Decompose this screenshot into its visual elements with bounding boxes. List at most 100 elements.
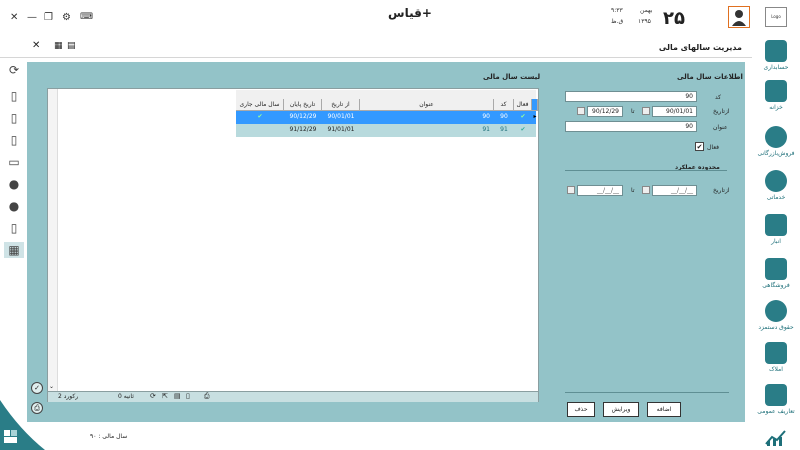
- cell-code: 91: [500, 126, 508, 133]
- row-indicator-header: [532, 99, 538, 111]
- nav-item-definitions[interactable]: تعاریف عمومی: [752, 384, 800, 415]
- nav-item-warehouse[interactable]: انبار: [752, 214, 800, 245]
- nav-item-reports[interactable]: [752, 428, 800, 446]
- nav-item-property[interactable]: املاک: [752, 342, 800, 373]
- percent-document-icon[interactable]: ▯: [6, 220, 22, 236]
- ampm-label: ق.ظ: [611, 18, 624, 25]
- app-title: قیاس+: [388, 6, 432, 20]
- module-sidebar: حسابداری خزانه فروش‌بازرگانی خدماتی انبا…: [752, 36, 800, 450]
- range-to-calendar-icon[interactable]: [567, 186, 575, 194]
- main-panel: لیست سال مالی اطلاعات سال مالی ⌄ فعال کد…: [27, 62, 745, 422]
- house-icon: [765, 342, 787, 364]
- print-icon[interactable]: ⎙: [204, 392, 210, 401]
- calendar-grid-icon[interactable]: ▦: [4, 242, 24, 258]
- name-label: عنوان: [713, 124, 728, 131]
- delete-button[interactable]: حذف: [567, 402, 595, 417]
- app-window: ✕ — ❐ ⚙ ⌨ قیاس+ ۹:۳۳ ق.ظ بهمن ۱۳۹۵ ۲۵ Lo…: [0, 0, 800, 450]
- restore-icon[interactable]: ❐: [44, 12, 53, 23]
- column-header-active[interactable]: فعال: [514, 99, 532, 111]
- minimize-icon[interactable]: —: [27, 12, 37, 23]
- cell-current: ✔: [257, 113, 263, 120]
- cell-active: ✔: [520, 113, 526, 120]
- scroll-down-icon[interactable]: ⌄: [49, 383, 54, 390]
- excel-icon[interactable]: ▤: [174, 392, 181, 400]
- fiscal-year-status: سال مالی : ۹۰: [90, 433, 128, 440]
- add-button[interactable]: اضافه: [647, 402, 681, 417]
- nav-item-payroll[interactable]: حقوق دستمزد: [752, 300, 800, 331]
- left-toolbar: ⟳ ▯ ▯ ▯ ▭ ● ● ▯ ▦: [0, 58, 27, 450]
- elapsed-time: 0 ثانیه: [118, 393, 134, 400]
- column-header-from[interactable]: از تاریخ: [322, 99, 360, 111]
- range-to-field[interactable]: __/__/__: [577, 185, 623, 196]
- nav-item-services[interactable]: خدماتی: [752, 170, 800, 201]
- refresh-icon[interactable]: ⟳: [6, 62, 22, 78]
- time-label: ۹:۳۳: [611, 7, 623, 14]
- column-header-current[interactable]: سال مالی جاری: [236, 99, 284, 111]
- cell-from: 90/01/01: [327, 113, 355, 120]
- store-icon: [765, 258, 787, 280]
- document-edit-icon[interactable]: ▯: [6, 110, 22, 126]
- column-header-title[interactable]: عنوان: [360, 99, 494, 111]
- nav-item-treasury[interactable]: خزانه: [752, 80, 800, 111]
- users-icon[interactable]: ●: [6, 176, 22, 192]
- nav-item-sales[interactable]: فروش‌بازرگانی: [752, 126, 800, 157]
- refresh-grid-icon[interactable]: ⟳: [150, 392, 156, 400]
- range-from-field[interactable]: __/__/__: [652, 185, 697, 196]
- active-checkbox[interactable]: ✔: [695, 142, 704, 151]
- cell-title: 90: [482, 113, 490, 120]
- settings-icon[interactable]: ⚙: [62, 12, 71, 23]
- cell-title: 91: [482, 126, 490, 133]
- record-count: 2 رکورد: [58, 393, 79, 400]
- cell-active: ✔: [520, 126, 526, 133]
- document-icon[interactable]: ▯: [6, 88, 22, 104]
- presentation-icon[interactable]: ▭: [6, 154, 22, 170]
- grid-scrollbar[interactable]: ⌄: [48, 89, 58, 391]
- coins-icon: [765, 300, 787, 322]
- grid-title: لیست سال مالی: [483, 73, 541, 81]
- chart-icon: [765, 430, 786, 446]
- calendar-icon[interactable]: ▤: [67, 41, 76, 51]
- top-bar: ✕ — ❐ ⚙ ⌨ قیاس+ ۹:۳۳ ق.ظ بهمن ۱۳۹۵ ۲۵ Lo…: [0, 0, 800, 36]
- nav-item-store[interactable]: فروشگاهی: [752, 258, 800, 289]
- grid-view-icon[interactable]: ▦: [54, 41, 63, 51]
- grid-footer: 2 رکورد 0 ثانیه ⟳ ⇱ ▤ ▯ ⎙: [48, 391, 538, 402]
- avatar[interactable]: [728, 6, 750, 28]
- column-header-code[interactable]: کد: [494, 99, 514, 111]
- cell-to: 91/12/29: [289, 126, 317, 133]
- nav-item-accounting[interactable]: حسابداری: [752, 40, 800, 71]
- code-field[interactable]: 90: [565, 91, 697, 102]
- close-tab-icon[interactable]: ✕: [32, 40, 40, 51]
- row-pointer-icon: ▸: [533, 113, 537, 120]
- globe-icon: [765, 126, 787, 148]
- month-label: بهمن: [640, 7, 653, 14]
- section-divider: [565, 170, 727, 171]
- keyboard-icon[interactable]: ⌨: [80, 12, 93, 22]
- cell-from: 91/01/01: [327, 126, 355, 133]
- range-to-label: تا: [631, 187, 635, 194]
- page-title: مدیریت سالهای مالی: [658, 43, 742, 52]
- to-date-field[interactable]: 90/12/29: [587, 106, 623, 117]
- person-icon[interactable]: ●: [6, 198, 22, 214]
- export-icon[interactable]: ⇱: [162, 392, 168, 400]
- cell-code: 90: [500, 113, 508, 120]
- range-from-calendar-icon[interactable]: [642, 186, 650, 194]
- document-add-icon[interactable]: ▯: [6, 132, 22, 148]
- definitions-icon: [765, 384, 787, 406]
- close-icon[interactable]: ✕: [10, 12, 18, 23]
- from-date-label: ازتاریخ: [713, 108, 730, 115]
- from-date-field[interactable]: 90/01/01: [652, 106, 697, 117]
- logo: Logo: [765, 7, 787, 27]
- day-number: ۲۵: [663, 8, 685, 29]
- pdf-icon[interactable]: ▯: [186, 392, 190, 400]
- year-label: ۱۳۹۵: [638, 18, 651, 25]
- column-header-to[interactable]: تاریخ پایان: [284, 99, 322, 111]
- to-date-calendar-icon[interactable]: [577, 107, 585, 115]
- code-label: کد: [715, 94, 722, 101]
- edit-button[interactable]: ویرایش: [603, 402, 639, 417]
- from-date-calendar-icon[interactable]: [642, 107, 650, 115]
- fiscal-year-grid[interactable]: ⌄ فعال کد عنوان از تاریخ تاریخ پایان سال…: [47, 88, 539, 402]
- form-title: اطلاعات سال مالی: [677, 73, 743, 81]
- settings-circle-icon[interactable]: ✓: [31, 382, 43, 394]
- name-field[interactable]: 90: [565, 121, 697, 132]
- cell-to: 90/12/29: [289, 113, 317, 120]
